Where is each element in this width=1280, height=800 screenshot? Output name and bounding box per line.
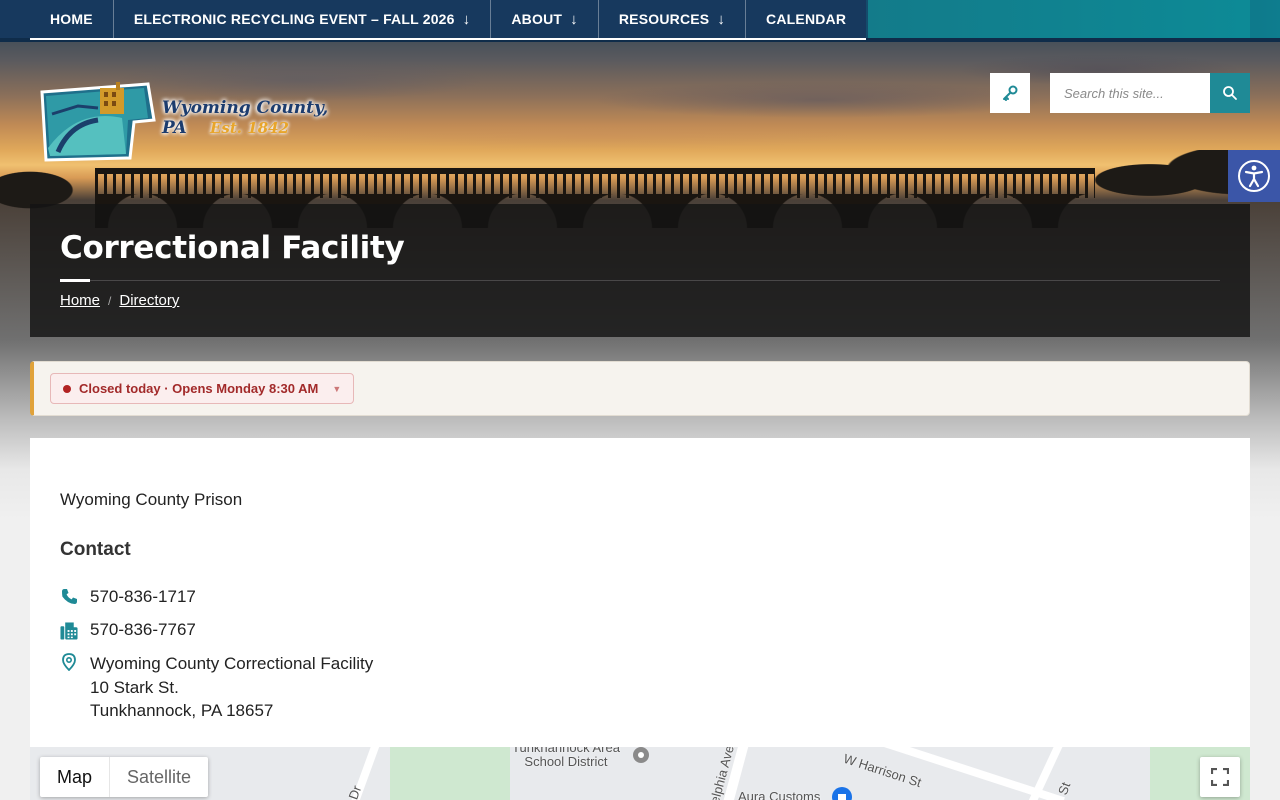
contact-fax: 570-836-7767 bbox=[60, 620, 196, 640]
search-icon bbox=[1223, 86, 1237, 100]
map-fullscreen-button[interactable] bbox=[1200, 757, 1240, 797]
nav-label: HOME bbox=[50, 11, 93, 27]
status-text: Closed today · Opens Monday 8:30 AM bbox=[79, 381, 319, 396]
title-accent-bar bbox=[60, 279, 90, 282]
arrow-down-icon: ↓ bbox=[717, 10, 726, 28]
breadcrumb-separator: / bbox=[108, 293, 112, 308]
location-map[interactable]: Tunkhannock Area School District W Harri… bbox=[30, 747, 1250, 800]
nav-label: RESOURCES bbox=[618, 11, 710, 27]
map-type-toggle: Map Satellite bbox=[40, 757, 209, 797]
hours-status-toggle[interactable]: Closed today · Opens Monday 8:30 AM ▼ bbox=[50, 373, 355, 404]
status-dot-icon bbox=[63, 384, 71, 393]
phone-icon bbox=[60, 587, 78, 607]
login-button[interactable] bbox=[990, 73, 1030, 113]
address-line-3: Tunkhannock, PA 18657 bbox=[90, 701, 274, 720]
nav-label: CALENDAR bbox=[766, 11, 847, 27]
key-icon bbox=[1003, 85, 1018, 101]
accessibility-button[interactable] bbox=[1228, 150, 1280, 202]
arrow-down-icon: ↓ bbox=[570, 10, 578, 28]
logo-established: Est. 1842 bbox=[210, 119, 289, 137]
breadcrumb: Home / Directory bbox=[60, 292, 179, 309]
nav-item-resources[interactable]: RESOURCES ↓ bbox=[598, 0, 747, 38]
top-navigation-bar: HOME ELECTRONIC RECYCLING EVENT – FALL 2… bbox=[0, 0, 1280, 42]
nav-label: ELECTRONIC RECYCLING EVENT – FALL 2026 bbox=[133, 11, 455, 27]
phone-link[interactable]: 570-836-1717 bbox=[90, 587, 196, 607]
organization-name: Wyoming County Prison bbox=[60, 490, 243, 509]
directory-listing-card: Wyoming County Prison Contact 570-836-17… bbox=[30, 438, 1250, 758]
nav-item-home[interactable]: HOME bbox=[30, 0, 114, 38]
title-divider bbox=[90, 280, 1220, 281]
breadcrumb-home[interactable]: Home bbox=[60, 292, 100, 309]
nav-item-calendar[interactable]: CALENDAR bbox=[746, 0, 867, 38]
shop-pin-icon[interactable] bbox=[830, 785, 854, 800]
map-pin-icon bbox=[60, 652, 78, 672]
nav-item-about[interactable]: ABOUT ↓ bbox=[491, 0, 599, 38]
hours-status-bar: Closed today · Opens Monday 8:30 AM ▼ bbox=[30, 361, 1250, 416]
contact-address: Wyoming County Correctional Facility 10 … bbox=[60, 652, 373, 723]
page-title: Correctional Facility bbox=[60, 230, 405, 266]
address-line-2: 10 Stark St. bbox=[90, 677, 179, 697]
nav-label: ABOUT bbox=[511, 11, 563, 27]
fullscreen-icon bbox=[1211, 768, 1229, 786]
county-seal-icon bbox=[40, 82, 156, 162]
school-pin-icon[interactable] bbox=[630, 747, 652, 769]
site-logo[interactable]: Wyoming County, PA Est. 1842 bbox=[38, 78, 348, 164]
map-label-poi: Aura Customs bbox=[738, 789, 821, 800]
contact-heading: Contact bbox=[60, 539, 131, 560]
map-type-map-button[interactable]: Map bbox=[40, 757, 109, 797]
nav-item-electronic-recycling[interactable]: ELECTRONIC RECYCLING EVENT – FALL 2026 ↓ bbox=[113, 0, 492, 38]
breadcrumb-directory[interactable]: Directory bbox=[119, 292, 179, 309]
fax-icon bbox=[60, 620, 78, 640]
caret-down-icon: ▼ bbox=[332, 383, 342, 394]
search-input[interactable] bbox=[1050, 73, 1210, 113]
accessibility-icon bbox=[1238, 160, 1270, 192]
main-nav: HOME ELECTRONIC RECYCLING EVENT – FALL 2… bbox=[30, 0, 867, 40]
page-header: Correctional Facility Home / Directory bbox=[30, 204, 1250, 337]
map-type-satellite-button[interactable]: Satellite bbox=[109, 757, 208, 797]
address-line-1: Wyoming County Correctional Facility bbox=[90, 654, 374, 673]
search-button[interactable] bbox=[1210, 73, 1250, 113]
fax-number: 570-836-7767 bbox=[90, 620, 196, 639]
contact-phone: 570-836-1717 bbox=[60, 587, 196, 607]
address-block: Wyoming County Correctional Facility 10 … bbox=[90, 652, 373, 723]
arrow-down-icon: ↓ bbox=[462, 10, 471, 28]
map-label-school: Tunkhannock Area School District bbox=[512, 747, 620, 769]
